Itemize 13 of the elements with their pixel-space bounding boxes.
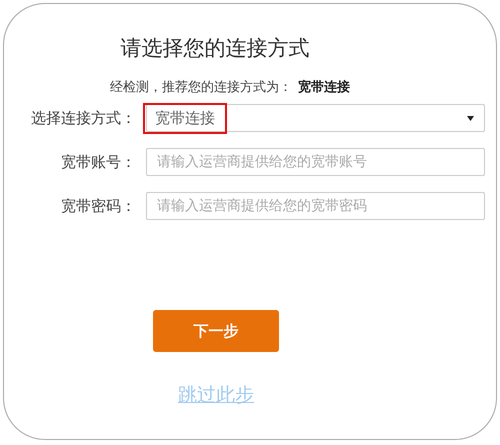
field-label: 选择连接方式： bbox=[30, 108, 136, 128]
dialog-title: 请选择您的连接方式 bbox=[120, 35, 310, 62]
input-field[interactable]: 请输入运营商提供给您的宽带账号 bbox=[146, 148, 485, 176]
input-field[interactable]: 请输入运营商提供给您的宽带密码 bbox=[146, 192, 485, 220]
skip-link[interactable]: 跳过此步 bbox=[178, 382, 254, 408]
recommendation-text: 经检测，推荐您的连接方式为： bbox=[110, 79, 292, 96]
selected-value: 宽带连接 bbox=[143, 102, 227, 134]
next-button[interactable]: 下一步 bbox=[153, 310, 279, 352]
recommended-method: 宽带连接 bbox=[298, 78, 350, 96]
caret-icon bbox=[467, 116, 474, 120]
field-label: 宽带账号： bbox=[60, 152, 136, 172]
field-label: 宽带密码： bbox=[60, 196, 136, 216]
connection-select[interactable]: 宽带连接 bbox=[146, 104, 485, 132]
